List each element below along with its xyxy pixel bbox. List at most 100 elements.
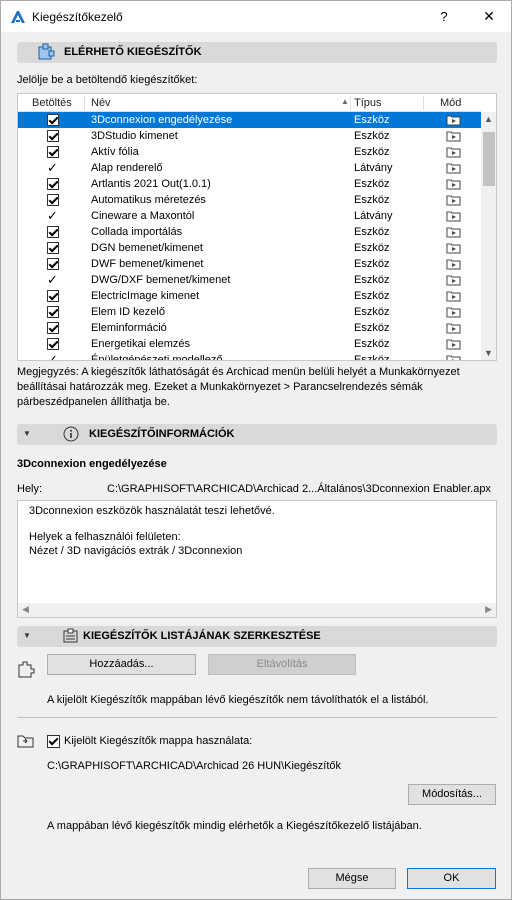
help-button[interactable]: ?	[426, 1, 462, 32]
column-mode[interactable]: Mód	[440, 97, 461, 109]
use-folder-label[interactable]: Kijelölt Kiegészítők mappa használata:	[64, 735, 252, 747]
column-name[interactable]: Név	[91, 97, 111, 109]
load-instruction: Jelölje be a betöltendő kiegészítőket:	[17, 74, 198, 86]
table-row[interactable]: Eleminformáció Eszköz	[18, 320, 481, 336]
cancel-button[interactable]: Mégse	[308, 868, 396, 889]
edit-list-header[interactable]: ▼ KIEGÉSZÍTŐK LISTÁJÁNAK SZERKESZTÉSE	[17, 626, 497, 647]
table-row[interactable]: 3DStudio kimenet Eszköz	[18, 128, 481, 144]
folder-icon	[17, 733, 35, 749]
load-checkbox[interactable]	[47, 290, 59, 302]
puzzle-outline-icon	[17, 660, 35, 678]
load-checkbox[interactable]	[47, 146, 59, 158]
table-row[interactable]: DWF bemenet/kimenet Eszköz	[18, 256, 481, 272]
window-title: Kiegészítőkezelő	[32, 10, 123, 24]
collapse-triangle-icon[interactable]: ▼	[23, 429, 31, 438]
table-row[interactable]: ElectricImage kimenet Eszköz	[18, 288, 481, 304]
table-row[interactable]: Collada importálás Eszköz	[18, 224, 481, 240]
addon-name-cell: Artlantis 2021 Out(1.0.1)	[91, 178, 211, 190]
table-header: Betöltés Név ▲ Típus Mód	[18, 94, 481, 112]
addon-mode-icon	[446, 226, 462, 238]
addon-info-title: KIEGÉSZÍTŐINFORMÁCIÓK	[89, 428, 235, 440]
table-row[interactable]: Energetikai elemzés Eszköz	[18, 336, 481, 352]
addon-name-cell: Energetikai elemzés	[91, 338, 191, 350]
load-checkbox[interactable]	[47, 338, 59, 350]
addon-mode-icon	[446, 306, 462, 318]
addon-type-cell: Eszköz	[354, 226, 390, 238]
description-hscrollbar[interactable]: ◀ ▶	[18, 603, 496, 617]
scroll-down-icon[interactable]: ▼	[484, 348, 493, 358]
scroll-left-icon[interactable]: ◀	[22, 604, 29, 615]
loaded-checkmark-icon[interactable]: ✓	[47, 272, 58, 288]
edit-list-icon	[63, 628, 81, 644]
modify-button[interactable]: Módosítás...	[408, 784, 496, 805]
loaded-checkmark-icon[interactable]: ✓	[47, 160, 58, 176]
ok-button[interactable]: OK	[407, 868, 496, 889]
description-line: Nézet / 3D navigációs extrák / 3Dconnexi…	[29, 545, 243, 557]
addon-type-cell: Eszköz	[354, 306, 390, 318]
table-row[interactable]: Elem ID kezelő Eszköz	[18, 304, 481, 320]
addon-name-cell: Cineware a Maxontól	[91, 210, 195, 222]
available-addons-header[interactable]: ELÉRHETŐ KIEGÉSZÍTŐK	[17, 42, 497, 63]
collapse-triangle-icon[interactable]: ▼	[23, 631, 31, 640]
addon-type-cell: Eszköz	[354, 146, 390, 158]
addon-type-cell: Eszköz	[354, 274, 390, 286]
addon-type-cell: Eszköz	[354, 322, 390, 334]
addon-mode-icon	[446, 194, 462, 206]
column-type[interactable]: Típus	[354, 97, 382, 109]
addon-mode-icon	[446, 130, 462, 142]
addon-name-cell: DGN bemenet/kimenet	[91, 242, 203, 254]
load-checkbox[interactable]	[47, 258, 59, 270]
addons-table: Betöltés Név ▲ Típus Mód 3Dconnexion eng…	[17, 93, 497, 361]
load-checkbox[interactable]	[47, 226, 59, 238]
load-checkbox[interactable]	[47, 306, 59, 318]
load-checkbox[interactable]	[47, 194, 59, 206]
scroll-right-icon[interactable]: ▶	[485, 604, 492, 615]
add-button[interactable]: Hozzáadás...	[47, 654, 196, 675]
use-folder-checkbox[interactable]	[47, 735, 60, 748]
remove-note: A kijelölt Kiegészítők mappában lévő kie…	[47, 694, 429, 706]
addon-name: 3Dconnexion engedélyezése	[17, 458, 167, 470]
column-load[interactable]: Betöltés	[32, 97, 72, 109]
table-row[interactable]: Aktív fólia Eszköz	[18, 144, 481, 160]
scroll-thumb[interactable]	[483, 132, 495, 186]
sort-ascending-icon: ▲	[341, 97, 349, 106]
addon-description-box[interactable]: 3Dconnexion eszközök használatát teszi l…	[17, 500, 497, 618]
table-row[interactable]: Automatikus méretezés Eszköz	[18, 192, 481, 208]
table-scrollbar[interactable]: ▲ ▼	[481, 112, 496, 360]
addon-mode-icon	[446, 338, 462, 350]
addon-mode-icon	[446, 290, 462, 302]
addon-type-cell: Látvány	[354, 210, 393, 222]
addon-name-cell: ElectricImage kimenet	[91, 290, 200, 302]
addon-name-cell: Elem ID kezelő	[91, 306, 165, 318]
table-row[interactable]: Artlantis 2021 Out(1.0.1) Eszköz	[18, 176, 481, 192]
addon-mode-icon	[446, 354, 462, 360]
title-bar: Kiegészítőkezelő ? ✕	[1, 1, 511, 32]
addons-rows: 3Dconnexion engedélyezése Eszköz 3DStudio …	[18, 112, 481, 360]
scroll-up-icon[interactable]: ▲	[484, 114, 493, 124]
addon-type-cell: Eszköz	[354, 178, 390, 190]
table-row[interactable]: ✓ DWG/DXF bemenet/kimenet Eszköz	[18, 272, 481, 288]
load-checkbox[interactable]	[47, 178, 59, 190]
table-row[interactable]: ✓ Alap renderelő Látvány	[18, 160, 481, 176]
table-row[interactable]: ✓ Épületgépészeti modellező Eszköz	[18, 352, 481, 360]
loaded-checkmark-icon[interactable]: ✓	[47, 208, 58, 224]
load-checkbox[interactable]	[47, 130, 59, 142]
close-button[interactable]: ✕	[467, 1, 511, 32]
addon-name-cell: Eleminformáció	[91, 322, 167, 334]
addon-mode-icon	[446, 178, 462, 190]
description-line: 3Dconnexion eszközök használatát teszi l…	[29, 505, 275, 517]
table-row[interactable]: DGN bemenet/kimenet Eszköz	[18, 240, 481, 256]
addon-type-cell: Eszköz	[354, 290, 390, 302]
table-row[interactable]: 3Dconnexion engedélyezése Eszköz	[18, 112, 481, 128]
addon-mode-icon	[446, 258, 462, 270]
remove-button[interactable]: Eltávolítás	[208, 654, 356, 675]
loaded-checkmark-icon[interactable]: ✓	[47, 352, 58, 360]
load-checkbox[interactable]	[47, 242, 59, 254]
addon-type-cell: Eszköz	[354, 130, 390, 142]
load-checkbox[interactable]	[47, 114, 59, 126]
table-row[interactable]: ✓ Cineware a Maxontól Látvány	[18, 208, 481, 224]
addon-name-cell: Aktív fólia	[91, 146, 139, 158]
addon-info-header[interactable]: ▼ KIEGÉSZÍTŐINFORMÁCIÓK	[17, 424, 497, 445]
load-checkbox[interactable]	[47, 322, 59, 334]
addon-type-cell: Eszköz	[354, 258, 390, 270]
